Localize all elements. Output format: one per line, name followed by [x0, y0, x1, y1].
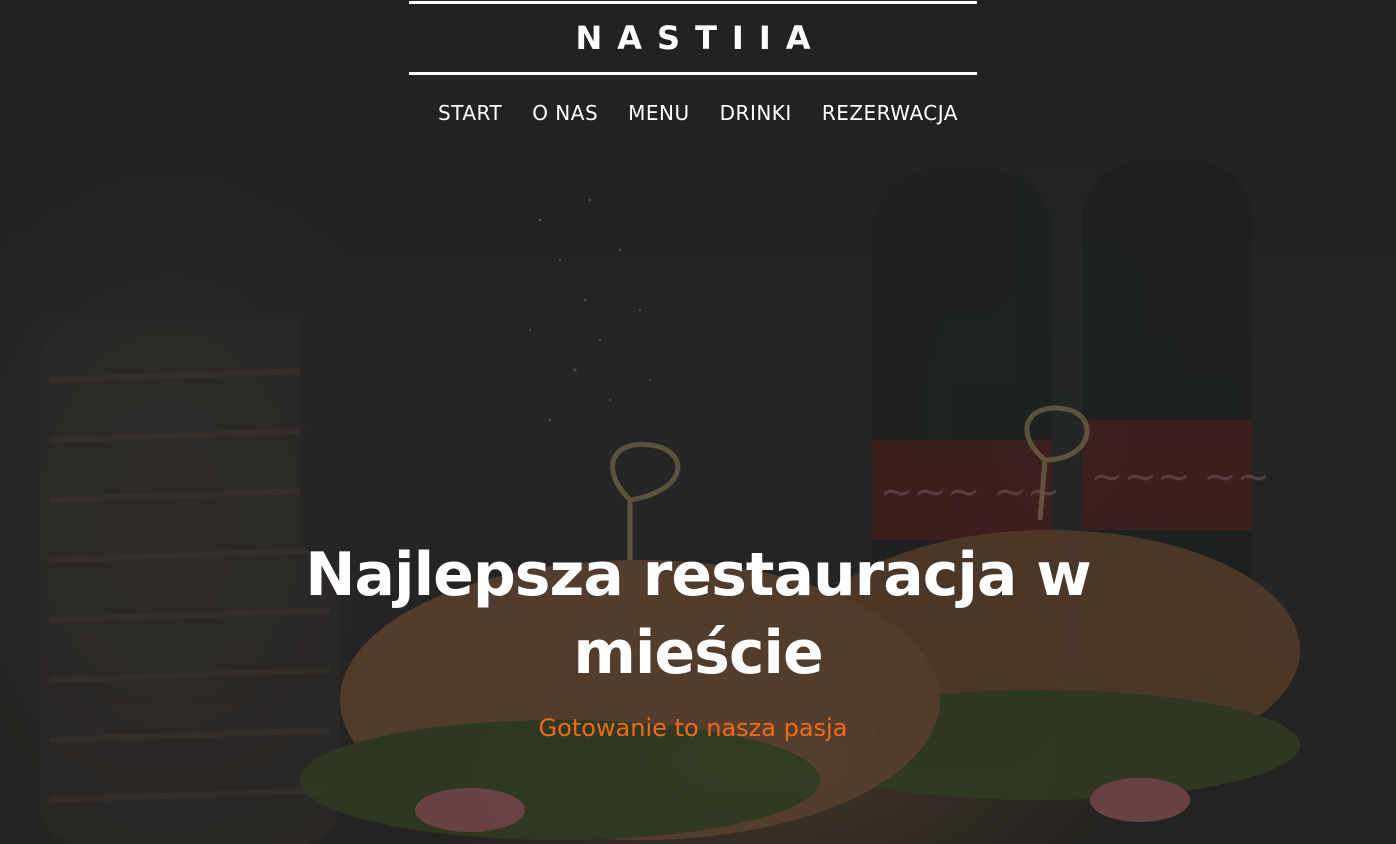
- nav-item-drinki[interactable]: DRINKI: [720, 98, 792, 128]
- logo[interactable]: NASTIIA: [409, 1, 977, 75]
- nav-item-start[interactable]: START: [438, 98, 502, 128]
- logo-text: NASTIIA: [575, 19, 826, 57]
- main-nav: START O NAS MENU DRINKI REZERWACJA: [0, 98, 1396, 128]
- hero-headline: Najlepsza restauracja w mieście: [248, 536, 1148, 692]
- nav-item-rezerwacja[interactable]: REZERWACJA: [822, 98, 958, 128]
- hero-section: ~~~ ~~ ~~~ ~~ NASTIIA START O NAS MENU D…: [0, 0, 1396, 844]
- hero-tagline: Gotowanie to nasza pasja: [538, 714, 848, 742]
- nav-item-o-nas[interactable]: O NAS: [532, 98, 598, 128]
- nav-item-menu[interactable]: MENU: [628, 98, 690, 128]
- hero-headline-line1: Najlepsza restauracja w: [305, 540, 1091, 610]
- hero-headline-line2: mieście: [573, 618, 823, 688]
